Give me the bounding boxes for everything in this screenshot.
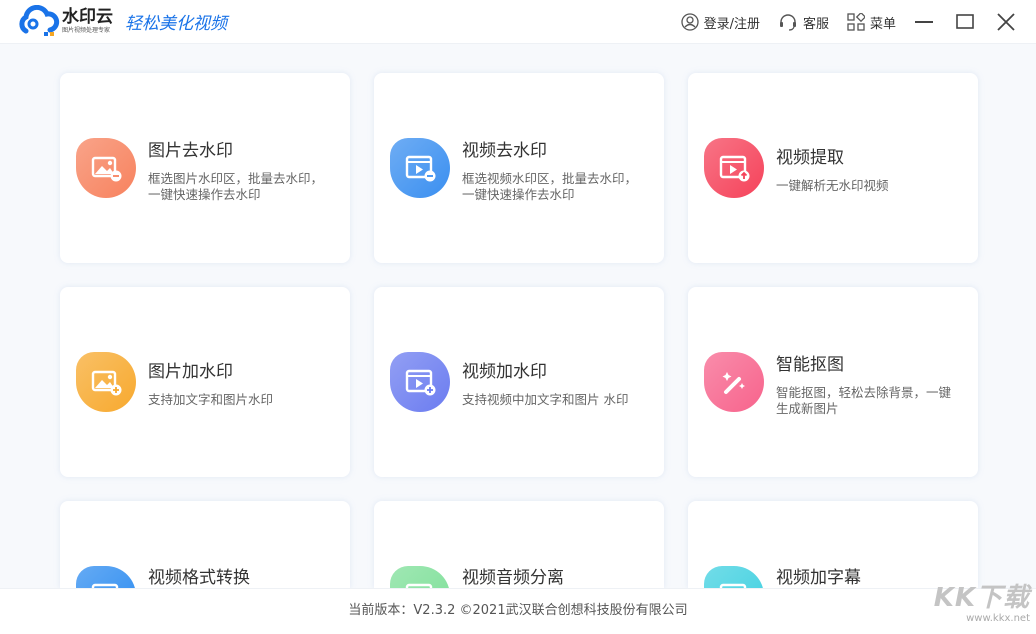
cloud-logo-icon: [16, 5, 60, 37]
feature-card[interactable]: 视频加字幕: [688, 501, 978, 588]
login-button[interactable]: 登录/注册: [681, 13, 760, 32]
maximize-button[interactable]: [955, 12, 975, 32]
app-logo: 水印云 图片视频处理专家: [16, 5, 113, 37]
brand-name: 水印云: [62, 9, 113, 26]
card-title: 图片加水印: [148, 357, 330, 382]
card-description: 框选图片水印区，批量去水印， 一键快速操作去水印: [148, 171, 330, 203]
menu-button[interactable]: 菜单: [847, 13, 896, 32]
card-title: 视频加字幕: [776, 563, 958, 588]
video-extract-icon: [704, 138, 764, 198]
watermark-text: KK下载: [934, 584, 1030, 613]
brand-subtitle: 图片视频处理专家: [62, 28, 113, 34]
card-title: 智能抠图: [776, 350, 958, 375]
service-label: 客服: [803, 13, 829, 32]
card-title: 图片去水印: [148, 136, 330, 161]
service-button[interactable]: 客服: [778, 13, 829, 32]
card-title: 视频格式转换: [148, 563, 330, 588]
footer: 当前版本：V2.3.2 ©2021武汉联合创想科技股份有限公司: [0, 588, 1036, 634]
slogan: 轻松美化视频: [125, 9, 227, 34]
card-title: 视频加水印: [462, 357, 644, 382]
card-title: 视频音频分离: [462, 563, 644, 588]
magic-wand-icon: [704, 352, 764, 412]
version-text: 当前版本：V2.3.2 ©2021武汉联合创想科技股份有限公司: [348, 603, 687, 618]
feature-card[interactable]: 视频音频分离: [374, 501, 664, 588]
menu-label: 菜单: [870, 13, 896, 32]
card-description: 支持视频中加文字和图片 水印: [462, 392, 644, 408]
feature-card[interactable]: 智能抠图智能抠图，轻松去除背景，一键生成新图片: [688, 287, 978, 477]
feature-card[interactable]: 图片去水印框选图片水印区，批量去水印， 一键快速操作去水印: [60, 73, 350, 263]
feature-card[interactable]: 图片加水印支持加文字和图片水印: [60, 287, 350, 477]
minimize-button[interactable]: [914, 12, 934, 32]
card-title: 视频提取: [776, 143, 958, 168]
card-description: 智能抠图，轻松去除背景，一键生成新图片: [776, 385, 958, 417]
feature-grid: 图片去水印框选图片水印区，批量去水印， 一键快速操作去水印视频去水印框选视频水印…: [0, 45, 1036, 588]
feature-card[interactable]: 视频去水印框选视频水印区，批量去水印， 一键快速操作去水印: [374, 73, 664, 263]
image-add-icon: [76, 352, 136, 412]
minimize-icon: [915, 21, 933, 23]
grid-menu-icon: [847, 13, 865, 31]
video-add-icon: [390, 352, 450, 412]
card-description: 支持加文字和图片水印: [148, 392, 330, 408]
login-label: 登录/注册: [704, 13, 760, 32]
headset-icon: [778, 13, 798, 31]
video-remove-icon: [390, 138, 450, 198]
feature-card[interactable]: 视频提取一键解析无水印视频: [688, 73, 978, 263]
title-bar: 水印云 图片视频处理专家 轻松美化视频 登录/注册 客服 菜单: [0, 0, 1036, 44]
feature-card[interactable]: 视频格式转换: [60, 501, 350, 588]
image-remove-icon: [76, 138, 136, 198]
watermark-url: www.kkx.net: [934, 613, 1030, 624]
card-title: 视频去水印: [462, 136, 644, 161]
close-button[interactable]: [996, 12, 1016, 32]
close-icon: [997, 13, 1015, 31]
feature-card[interactable]: 视频加水印支持视频中加文字和图片 水印: [374, 287, 664, 477]
watermark: KK下载 www.kkx.net: [934, 584, 1030, 624]
maximize-icon: [956, 14, 974, 30]
card-description: 框选视频水印区，批量去水印， 一键快速操作去水印: [462, 171, 644, 203]
card-description: 一键解析无水印视频: [776, 178, 958, 194]
user-icon: [681, 13, 699, 31]
